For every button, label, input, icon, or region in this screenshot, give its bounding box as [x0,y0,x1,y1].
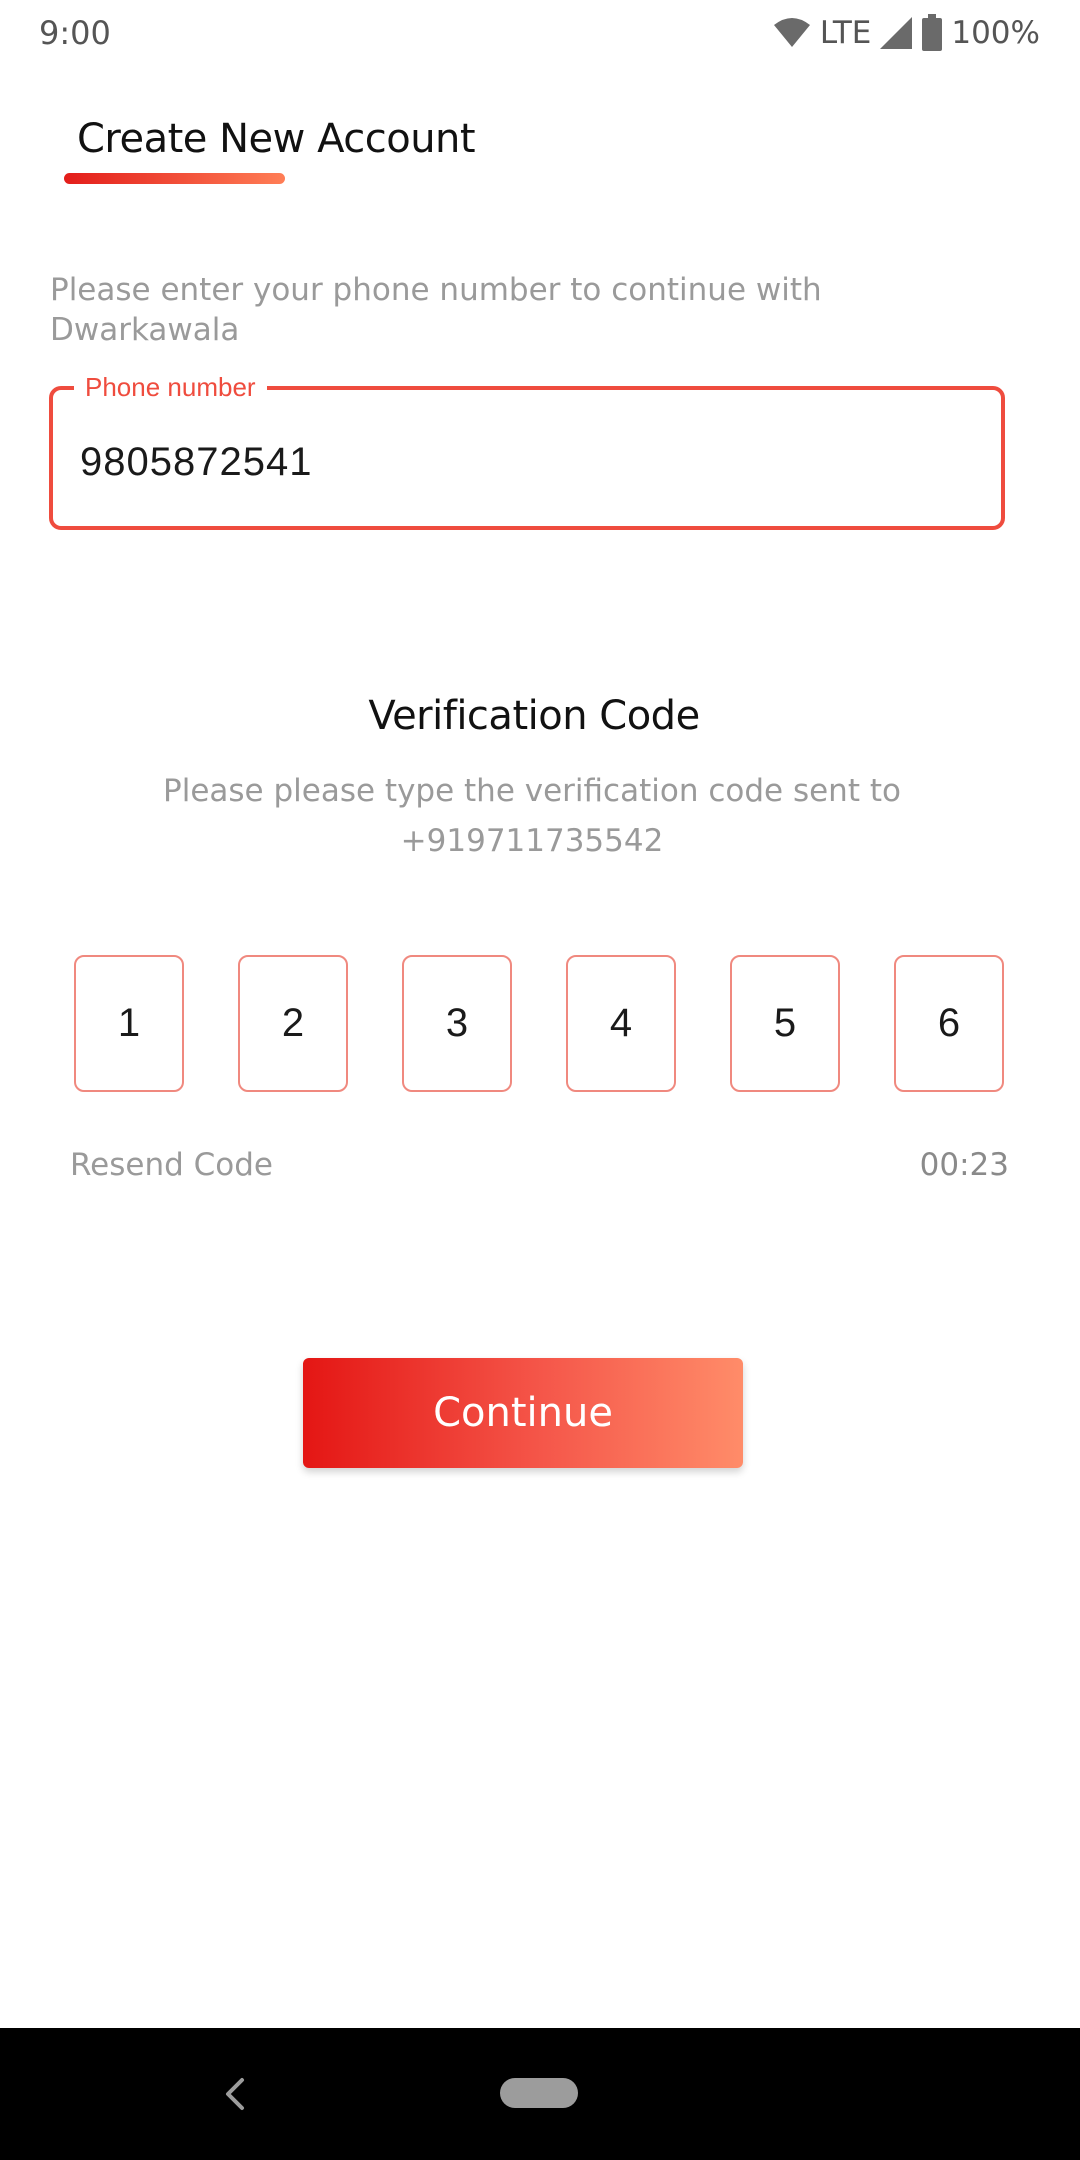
verification-subtitle-line1: Please please type the verification code… [163,773,901,809]
otp-digit-6[interactable]: 6 [894,955,1004,1092]
home-pill-icon[interactable] [500,2078,578,2108]
resend-timer: 00:23 [919,1147,1009,1183]
create-account-screen: 9:00 LTE 100% Create New Account Please … [0,0,1080,2160]
resend-code-link[interactable]: Resend Code [70,1147,273,1183]
battery-level: 100% [951,15,1040,51]
page-title: Create New Account [77,116,476,162]
status-time: 9:00 [39,14,111,52]
navigation-bar [0,2028,1080,2160]
verification-title: Verification Code [368,693,700,739]
status-bar: 9:00 LTE 100% [0,0,1080,66]
phone-number-field[interactable]: Phone number 9805872541 [49,372,1005,530]
phone-number-label: Phone number [74,372,267,402]
verification-subtitle: Please please type the verification code… [50,766,1014,866]
continue-button[interactable]: Continue [303,1358,743,1468]
battery-icon [921,14,943,52]
signal-icon [879,16,913,50]
intro-text: Please enter your phone number to contin… [50,272,822,348]
wifi-icon [772,17,812,49]
phone-number-input[interactable]: 9805872541 [80,440,312,485]
otp-digit-4[interactable]: 4 [566,955,676,1092]
otp-digit-2[interactable]: 2 [238,955,348,1092]
otp-digit-1[interactable]: 1 [74,955,184,1092]
verification-phone: +919711735542 [400,823,664,859]
network-type: LTE [819,15,872,51]
back-icon[interactable] [220,2074,250,2114]
otp-digit-5[interactable]: 5 [730,955,840,1092]
otp-digit-3[interactable]: 3 [402,955,512,1092]
title-underline [64,173,285,184]
status-indicators: LTE 100% [772,12,1040,54]
